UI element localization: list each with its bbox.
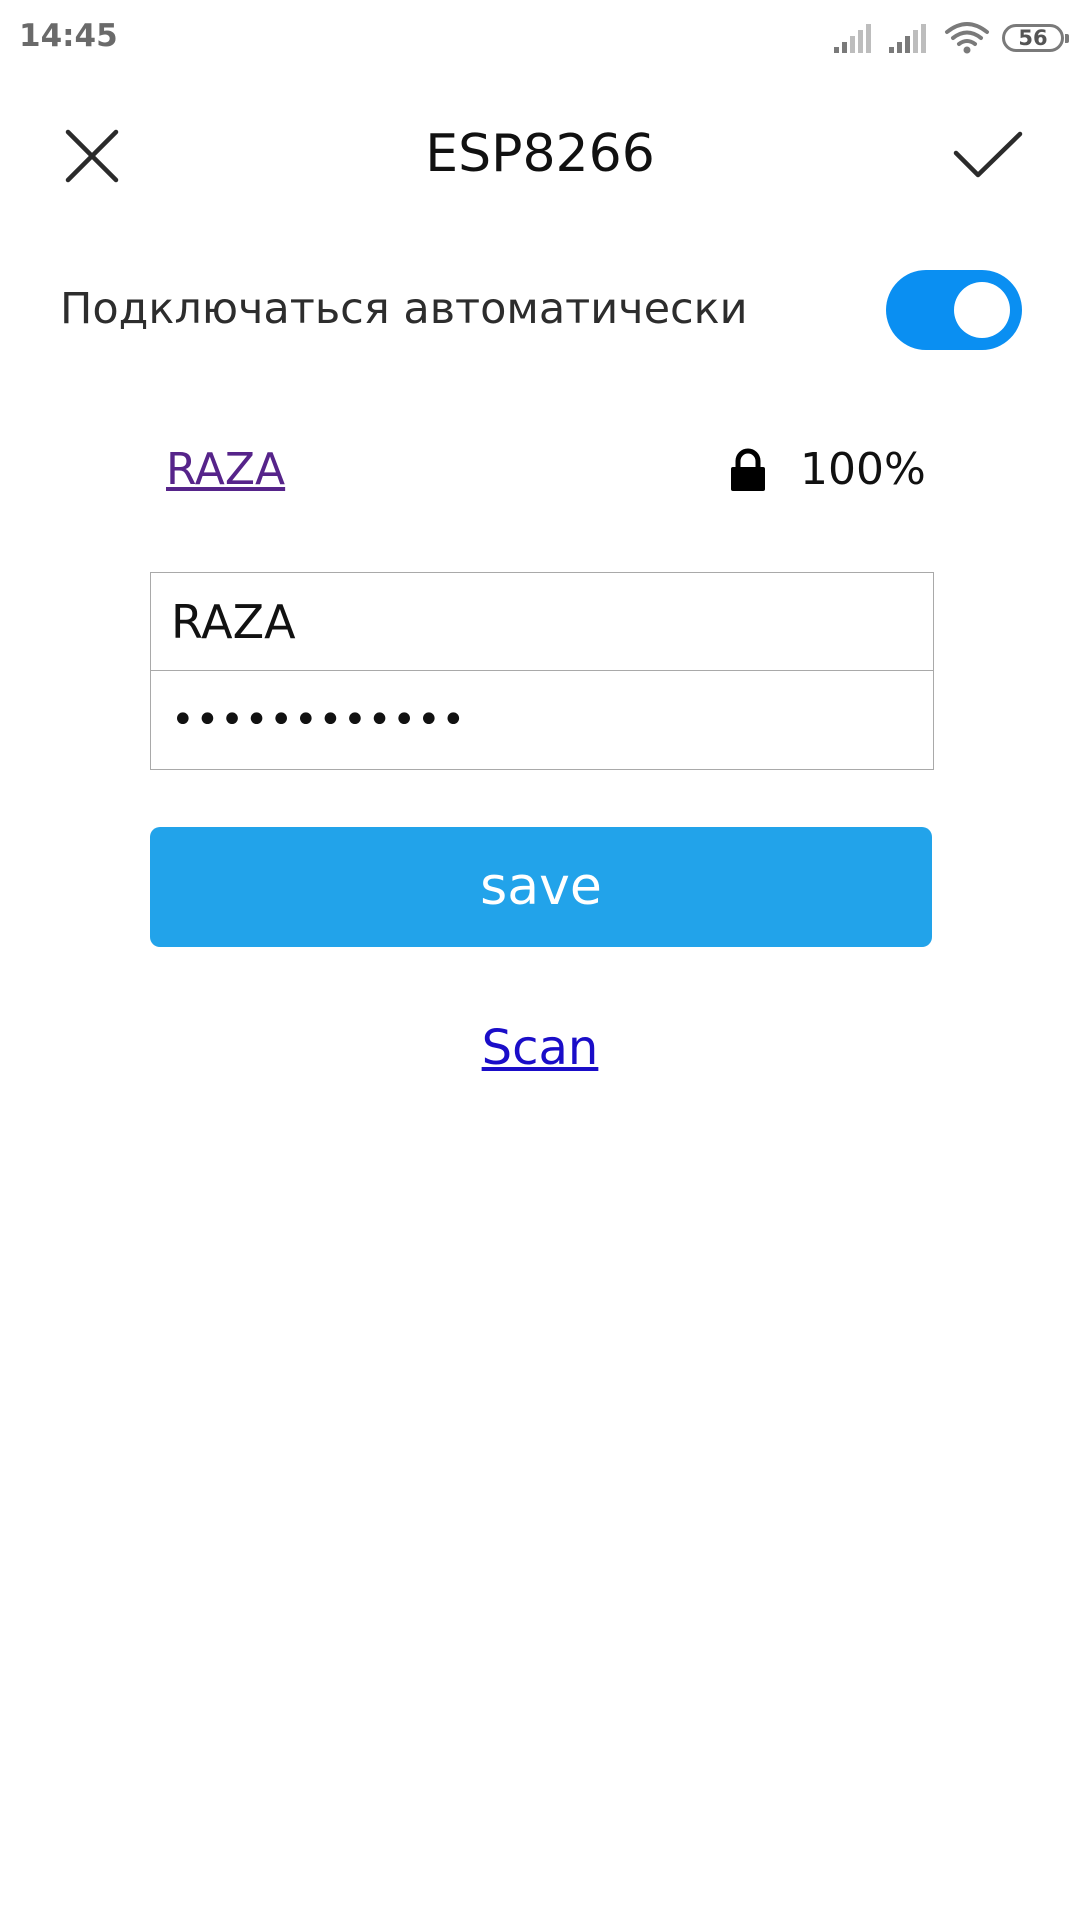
status-icons: 56 — [832, 18, 1069, 58]
toggle-knob — [954, 282, 1010, 338]
close-icon — [65, 129, 119, 183]
auto-connect-toggle[interactable] — [886, 270, 1022, 350]
network-row: RAZA 100% — [166, 440, 926, 500]
status-bar: 14:45 56 — [0, 0, 1080, 76]
ssid-input[interactable]: RAZA — [150, 572, 934, 671]
credentials-form: RAZA •••••••••••• — [150, 572, 934, 770]
password-input[interactable]: •••••••••••• — [150, 671, 934, 770]
auto-connect-label: Подключаться автоматически — [60, 284, 748, 334]
confirm-button[interactable] — [942, 110, 1034, 202]
close-button[interactable] — [46, 110, 138, 202]
signal-strength: 100% — [800, 444, 926, 495]
title-bar: ESP8266 — [0, 100, 1080, 210]
signal-icon — [889, 24, 926, 53]
status-time: 14:45 — [19, 18, 118, 54]
scan-link[interactable]: Scan — [482, 1020, 599, 1076]
scan-link-container: Scan — [0, 1020, 1080, 1076]
wifi-icon — [945, 22, 989, 54]
network-name-link[interactable]: RAZA — [166, 444, 285, 495]
lock-icon — [731, 448, 765, 491]
check-icon — [953, 131, 1023, 178]
auto-connect-row: Подключаться автоматически — [60, 268, 1022, 354]
signal-icon — [834, 24, 871, 53]
battery-level: 56 — [1018, 26, 1048, 50]
screen: 14:45 56 ESP8266 Подключаться автоматиче… — [0, 0, 1080, 1920]
save-button[interactable]: save — [150, 827, 932, 947]
battery-icon: 56 — [1002, 24, 1069, 52]
page-title: ESP8266 — [425, 124, 655, 184]
